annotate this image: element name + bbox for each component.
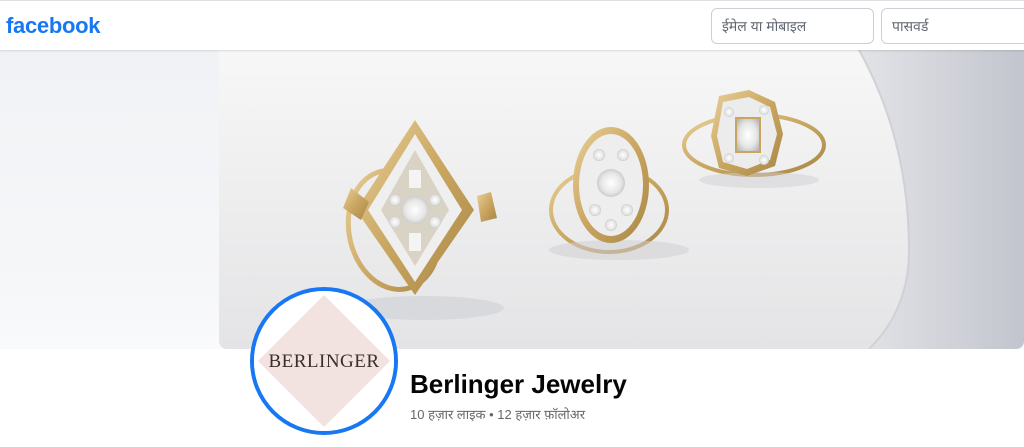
- stats-separator: •: [489, 407, 494, 422]
- avatar-logo-text: BERLINGER: [268, 351, 379, 372]
- followers-count[interactable]: 12 हज़ार फ़ॉलोअर: [497, 407, 585, 422]
- facebook-logo[interactable]: facebook: [6, 13, 100, 39]
- email-or-mobile-input[interactable]: [711, 8, 874, 44]
- top-navigation-bar: facebook: [0, 0, 1024, 50]
- page-title[interactable]: Berlinger Jewelry: [410, 369, 627, 400]
- likes-count[interactable]: 10 हज़ार लाइक: [410, 407, 485, 422]
- password-input[interactable]: [881, 8, 1024, 44]
- berlinger-logo: BERLINGER: [254, 291, 394, 431]
- page-stats: 10 हज़ार लाइक • 12 हज़ार फ़ॉलोअर: [410, 405, 585, 423]
- page-avatar[interactable]: BERLINGER: [250, 287, 398, 435]
